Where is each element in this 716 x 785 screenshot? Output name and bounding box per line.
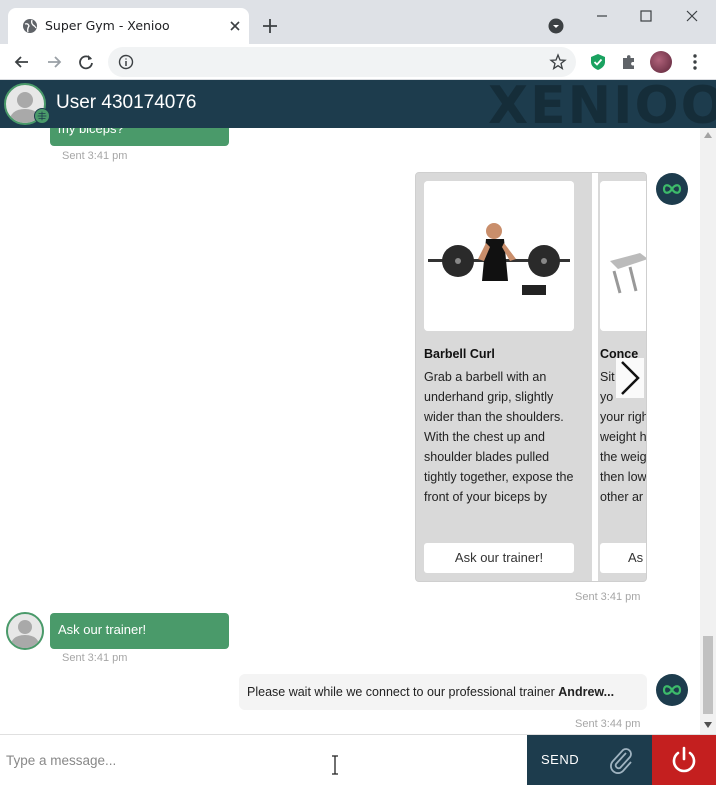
message-timestamp: Sent 3:41 pm — [62, 150, 128, 162]
message-composer: SEND — [0, 734, 716, 785]
xenioo-logo-icon — [662, 184, 682, 194]
bot-avatar — [656, 674, 688, 706]
concentration-curl-image — [600, 181, 646, 331]
message-text: Ask our trainer! — [58, 622, 147, 637]
message-input[interactable] — [6, 743, 516, 777]
message-timestamp: Sent 3:41 pm — [62, 652, 128, 664]
xenioo-watermark-logo: XENIOO — [488, 80, 716, 128]
card-text-line: weight h — [600, 430, 647, 444]
new-tab-icon[interactable] — [260, 16, 280, 36]
ask-trainer-button[interactable]: As — [600, 543, 646, 573]
shield-extension-icon[interactable] — [588, 52, 608, 72]
barbell-curl-image — [424, 181, 574, 331]
browser-tab[interactable]: Super Gym - Xenioo — [8, 8, 249, 44]
profile-avatar[interactable] — [650, 51, 672, 73]
bookmark-star-icon[interactable] — [549, 53, 567, 71]
user-silhouette-icon — [10, 620, 40, 648]
puzzle-extension-icon[interactable] — [619, 52, 639, 72]
message-timestamp: Sent 3:41 pm — [575, 591, 641, 603]
card-text-line: then low — [600, 470, 647, 484]
message-text: Please wait while we connect to our prof… — [247, 685, 559, 699]
ask-trainer-button[interactable]: Ask our trainer! — [424, 543, 574, 573]
exercise-carousel[interactable]: Barbell Curl Grab a barbell with an unde… — [415, 172, 647, 582]
carousel-next-arrow-icon[interactable] — [616, 358, 644, 398]
end-chat-button[interactable] — [652, 735, 716, 785]
minimize-icon[interactable] — [592, 6, 612, 26]
web-channel-badge-icon — [34, 108, 50, 124]
card-text-line: the weig — [600, 450, 647, 464]
info-icon[interactable] — [118, 54, 134, 70]
message-timestamp: Sent 3:44 pm — [575, 718, 641, 730]
close-window-icon[interactable] — [682, 6, 702, 26]
chat-user-title: User 430174076 — [56, 92, 197, 113]
chat-messages-area[interactable]: my biceps? Sent 3:41 pm Barbell Curl Gra… — [0, 128, 716, 734]
send-area: SEND — [527, 735, 652, 785]
globe-icon — [23, 19, 37, 33]
browser-toolbar — [0, 44, 716, 80]
bot-avatar — [656, 173, 688, 205]
text-cursor-icon — [332, 755, 338, 775]
card-description: Grab a barbell with an underhand grip, s… — [424, 370, 574, 504]
user-message-bubble: my biceps? — [50, 128, 229, 146]
back-arrow-icon[interactable] — [12, 52, 32, 72]
power-icon — [672, 746, 696, 773]
scroll-up-arrow-icon[interactable] — [704, 132, 712, 138]
card-title: Barbell Curl — [424, 347, 495, 361]
scroll-down-arrow-icon[interactable] — [704, 722, 712, 728]
attachment-paperclip-icon[interactable] — [607, 745, 635, 775]
chat-scrollbar[interactable] — [700, 128, 716, 734]
bot-message-bubble: Please wait while we connect to our prof… — [239, 674, 647, 710]
trainer-name: Andrew... — [558, 685, 615, 699]
forward-arrow-icon[interactable] — [44, 52, 64, 72]
reload-icon[interactable] — [76, 52, 96, 72]
tab-title: Super Gym - Xenioo — [45, 18, 170, 33]
user-avatar — [6, 612, 44, 650]
address-bar[interactable] — [108, 47, 576, 77]
user-message-bubble: Ask our trainer! — [50, 613, 229, 649]
chat-header: XENIOO User 430174076 — [0, 80, 716, 128]
card-text-line: other ar — [600, 490, 644, 504]
card-text-line: your righ — [600, 410, 647, 424]
message-text: my biceps? — [58, 128, 124, 136]
carousel-card: Barbell Curl Grab a barbell with an unde… — [416, 173, 582, 581]
scrollbar-thumb[interactable] — [703, 636, 713, 714]
close-tab-icon[interactable] — [227, 18, 243, 34]
xenioo-logo-icon — [662, 685, 682, 695]
maximize-icon[interactable] — [636, 6, 656, 26]
more-menu-icon[interactable] — [688, 52, 702, 72]
send-button[interactable]: SEND — [541, 752, 579, 767]
browser-tab-bar: Super Gym - Xenioo — [0, 0, 716, 44]
tab-search-icon[interactable] — [548, 18, 564, 34]
